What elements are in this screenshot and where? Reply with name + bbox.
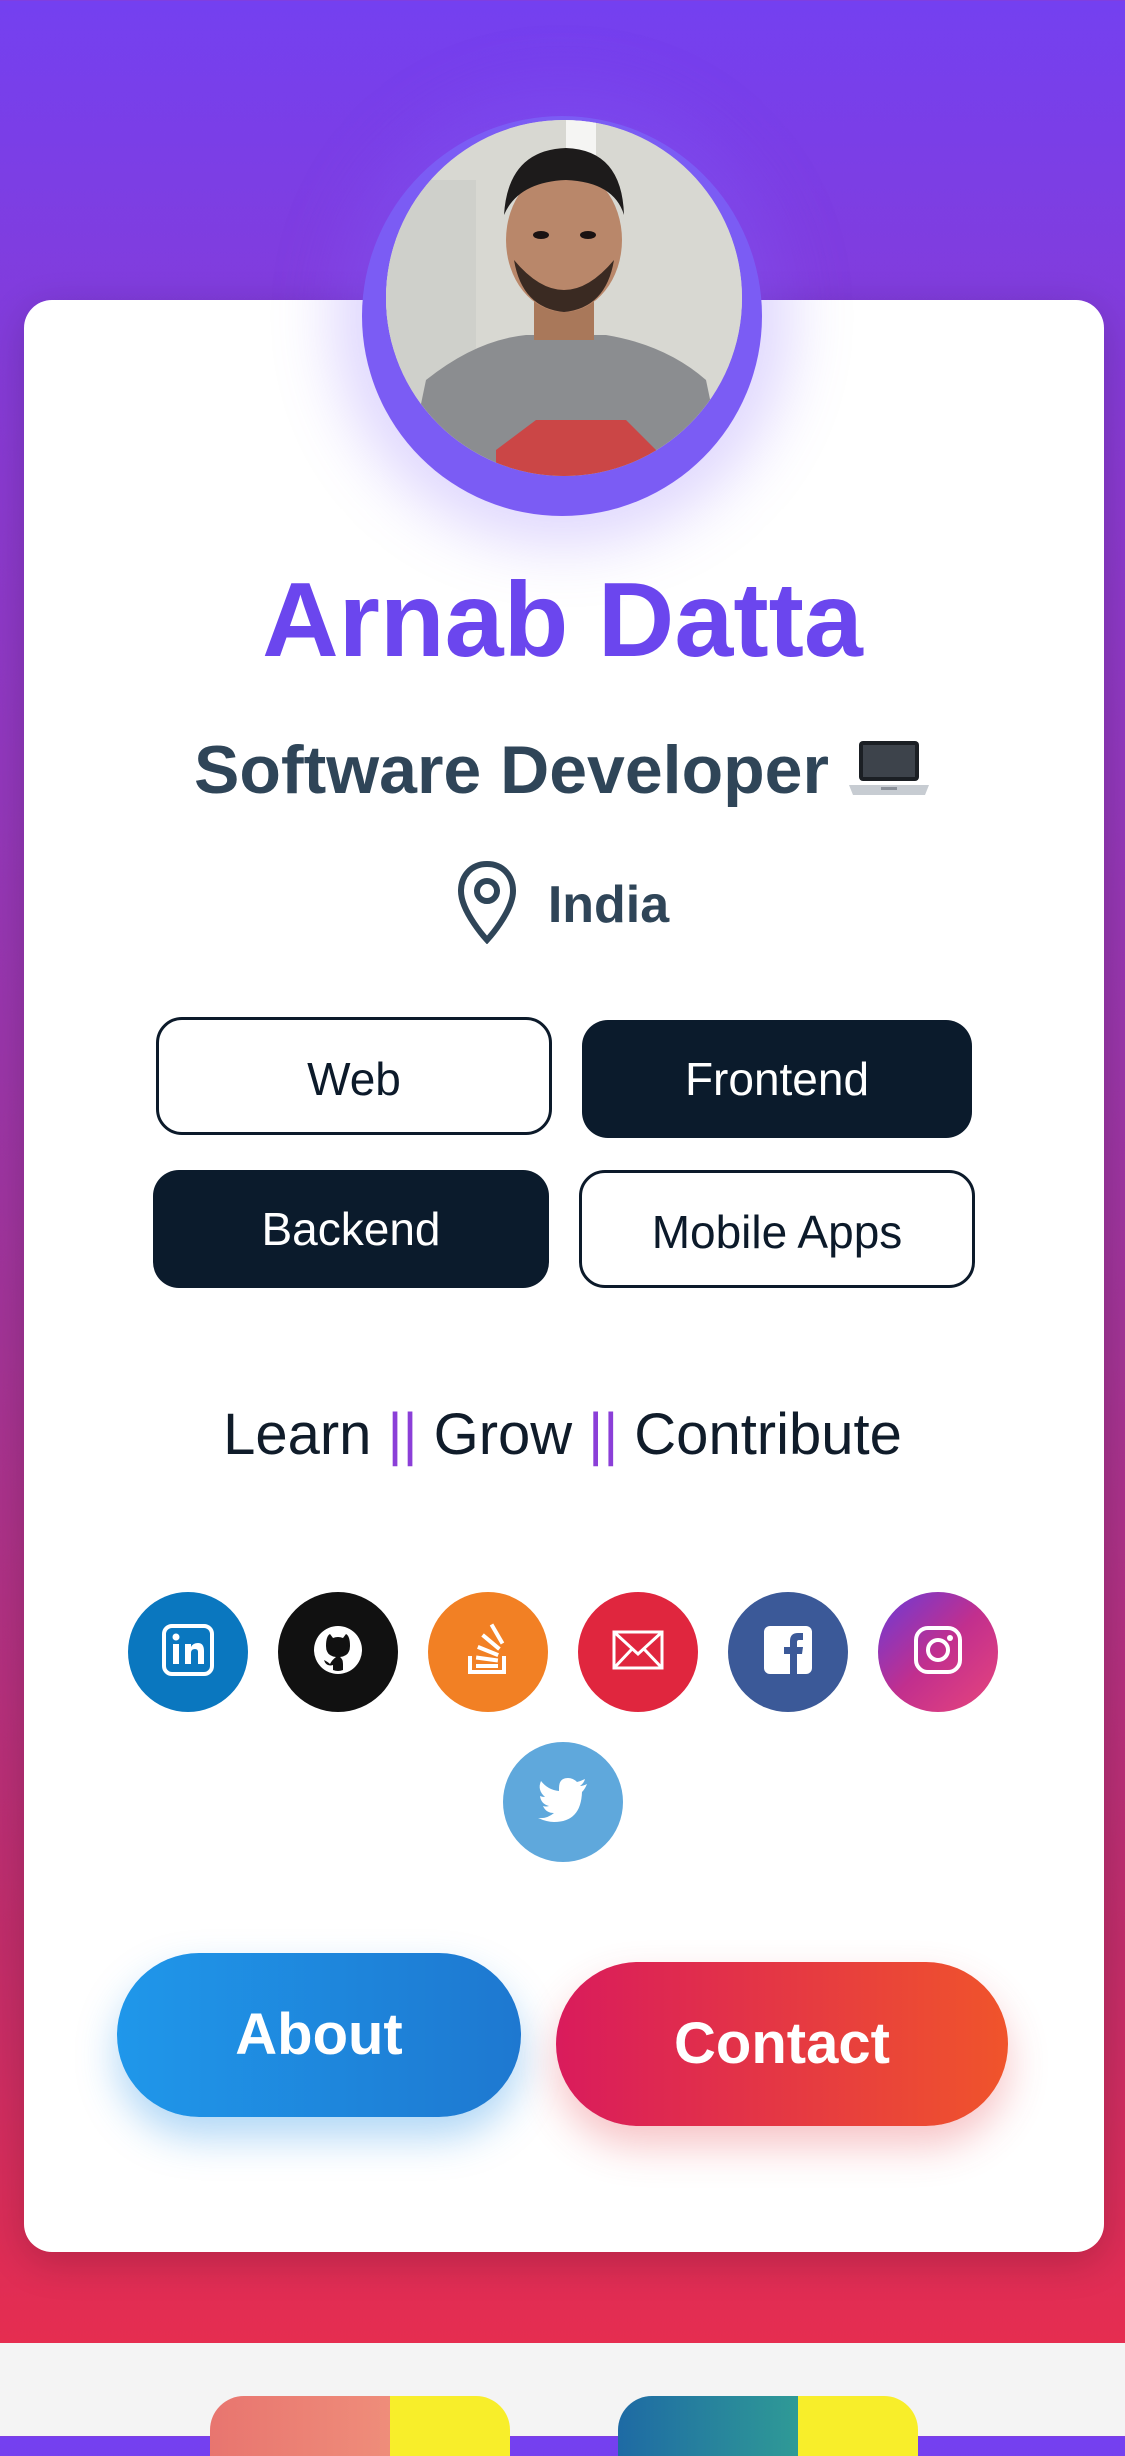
profile-name: Arnab Datta — [262, 561, 863, 679]
linkedin-icon — [162, 1623, 214, 1681]
location-text: India — [547, 875, 670, 934]
tagline-grow: Grow — [433, 1402, 573, 1467]
tagline-separator: || — [387, 1402, 418, 1467]
github-icon — [310, 1622, 366, 1683]
avatar — [362, 116, 762, 516]
stackoverflow-icon — [462, 1622, 514, 1683]
skill-chip-backend[interactable]: Backend — [153, 1170, 549, 1288]
facebook-button[interactable] — [728, 1592, 848, 1712]
tagline-learn: Learn — [223, 1402, 372, 1467]
facebook-icon — [762, 1624, 814, 1681]
twitter-button[interactable] — [503, 1742, 623, 1862]
skill-chip-frontend[interactable]: Frontend — [582, 1020, 972, 1138]
mail-icon — [612, 1630, 664, 1675]
skill-chip-web[interactable]: Web — [156, 1017, 552, 1135]
twitter-icon — [537, 1777, 589, 1827]
about-button[interactable]: About — [117, 1953, 521, 2117]
tagline-separator: || — [588, 1402, 619, 1467]
stackoverflow-button[interactable] — [428, 1592, 548, 1712]
instagram-button[interactable] — [878, 1592, 998, 1712]
location-pin-icon — [456, 860, 518, 949]
role-text: Software Developer — [194, 732, 829, 808]
tagline: Learn || Grow || Contribute — [0, 1400, 1125, 1470]
email-button[interactable] — [578, 1592, 698, 1712]
profile-photo — [386, 120, 742, 476]
person-photo-icon — [386, 120, 742, 476]
footer-strip — [0, 2343, 1125, 2436]
instagram-icon — [912, 1624, 964, 1681]
location: India — [0, 860, 1125, 949]
laptop-icon — [847, 735, 931, 816]
skill-chip-mobile-apps[interactable]: Mobile Apps — [579, 1170, 975, 1288]
profile-role: Software Developer — [0, 730, 1125, 816]
linkedin-button[interactable] — [128, 1592, 248, 1712]
github-button[interactable] — [278, 1592, 398, 1712]
project-card-peek[interactable] — [210, 2396, 510, 2456]
tagline-contribute: Contribute — [634, 1402, 902, 1467]
contact-button[interactable]: Contact — [556, 1962, 1008, 2126]
project-card-peek[interactable] — [618, 2396, 918, 2456]
